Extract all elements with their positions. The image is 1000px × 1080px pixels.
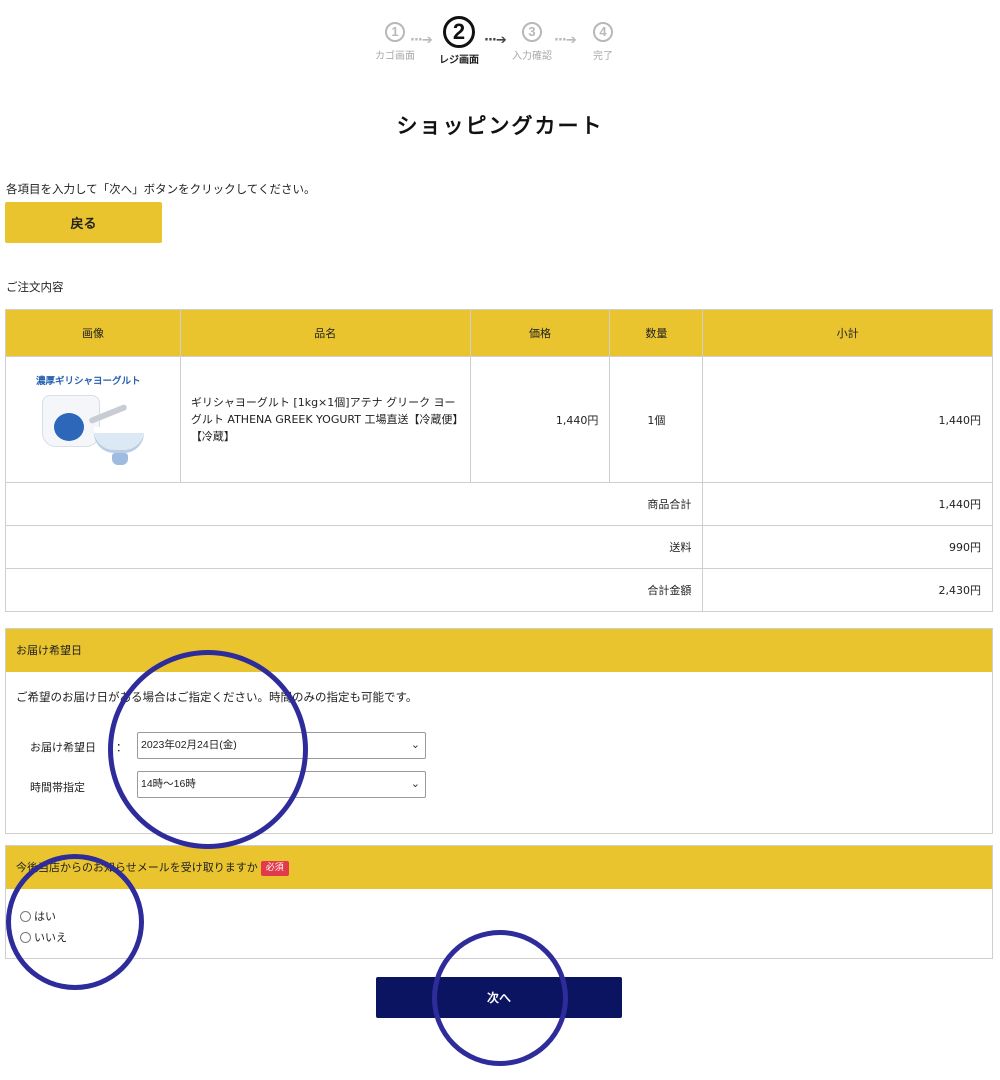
newsletter-question: 今後当店からのお知らせメールを受け取りますか [16, 861, 258, 874]
step-label-confirm: 入力確認 [512, 51, 552, 62]
instruction-text: 各項目を入力して「次へ」ボタンをクリックしてください。 [6, 182, 316, 196]
page-title: ショッピングカート [396, 114, 604, 138]
product-price: 1,440円 [469, 356, 611, 483]
delivery-date-select[interactable]: 2023年02月24日(金) ⌄ [137, 732, 426, 759]
chevron-down-icon: ⌄ [410, 739, 420, 751]
step-number-3: 3 [522, 22, 542, 42]
summary-value-grand-total: 2,430円 [702, 568, 993, 612]
header-price: 価格 [469, 309, 611, 357]
product-image-caption: 濃厚ギリシャヨーグルト [35, 375, 141, 387]
step-label-register: レジ画面 [439, 55, 479, 66]
delivery-time-select[interactable]: 14時〜16時 ⌄ [137, 771, 426, 798]
order-table: 画像 品名 価格 数量 小計 濃厚ギリシャヨーグルト ギリシャヨーグルト [1k… [4, 309, 993, 612]
step-confirm: 3 入力確認 [502, 22, 562, 62]
step-complete: 4 完了 [573, 22, 633, 62]
next-button[interactable]: 次へ [376, 977, 622, 1018]
delivery-note: ご希望のお届け日がある場合はご指定ください。時間のみの指定も可能です。 [16, 690, 418, 704]
radio-yes[interactable] [20, 910, 31, 922]
header-quantity: 数量 [609, 309, 704, 357]
table-row: 送料 990円 [4, 525, 993, 569]
summary-label-grand-total: 合計金額 [4, 568, 704, 612]
delivery-panel: お届け希望日 ご希望のお届け日がある場合はご指定ください。時間のみの指定も可能で… [5, 628, 993, 834]
table-row: 商品合計 1,440円 [4, 482, 993, 526]
summary-label-items-total: 商品合計 [4, 482, 704, 526]
checkout-progress: 1 カゴ画面 ···➔ 2 レジ画面 ···➔ 3 入力確認 ···➔ 4 完了 [0, 16, 1000, 72]
newsletter-option-no[interactable]: いいえ [20, 929, 67, 945]
product-name: ギリシャヨーグルト [1kg×1個]アテナ グリーク ヨーグルト ATHENA … [179, 356, 471, 483]
yogurt-logo-shape [53, 412, 84, 441]
header-image: 画像 [5, 309, 181, 357]
product-image-cell: 濃厚ギリシャヨーグルト [5, 356, 181, 483]
bowl-stem-shape [111, 452, 128, 465]
step-number-1: 1 [385, 22, 405, 42]
radio-no-label: いいえ [34, 931, 67, 944]
order-section-label: ご注文内容 [6, 280, 64, 294]
summary-value-shipping: 990円 [702, 525, 993, 569]
order-table-header: 画像 品名 価格 数量 小計 [5, 309, 993, 357]
radio-yes-label: はい [34, 910, 56, 923]
step-register: 2 レジ画面 [429, 16, 489, 66]
newsletter-option-yes[interactable]: はい [20, 908, 56, 924]
table-row: 合計金額 2,430円 [4, 568, 993, 612]
delivery-date-label: お届け希望日 [30, 741, 96, 754]
newsletter-panel: 今後当店からのお知らせメールを受け取りますか 必須 はい いいえ [5, 845, 993, 959]
step-number-2: 2 [443, 16, 475, 48]
step-label-complete: 完了 [593, 51, 613, 62]
delivery-date-value: 2023年02月24日(金) [141, 739, 237, 751]
delivery-time-label: 時間帯指定 [30, 781, 85, 794]
product-image[interactable]: 濃厚ギリシャヨーグルト [28, 365, 158, 475]
back-button[interactable]: 戻る [5, 202, 162, 243]
summary-value-items-total: 1,440円 [702, 482, 993, 526]
summary-label-shipping: 送料 [4, 525, 704, 569]
bowl-shape [93, 426, 144, 453]
step-number-4: 4 [593, 22, 613, 42]
required-badge: 必須 [260, 861, 289, 876]
radio-no[interactable] [20, 931, 31, 943]
delivery-panel-title: お届け希望日 [6, 629, 992, 672]
header-product-name: 品名 [179, 309, 471, 357]
product-quantity: 1個 [609, 356, 704, 483]
delivery-date-colon: ： [116, 741, 127, 754]
product-subtotal: 1,440円 [702, 356, 993, 483]
delivery-time-value: 14時〜16時 [141, 778, 196, 790]
header-subtotal: 小計 [702, 309, 993, 357]
step-label-cart: カゴ画面 [375, 51, 415, 62]
chevron-down-icon: ⌄ [410, 778, 420, 790]
newsletter-panel-title: 今後当店からのお知らせメールを受け取りますか 必須 [6, 846, 992, 889]
table-row: 濃厚ギリシャヨーグルト ギリシャヨーグルト [1kg×1個]アテナ グリーク ヨ… [5, 356, 993, 483]
